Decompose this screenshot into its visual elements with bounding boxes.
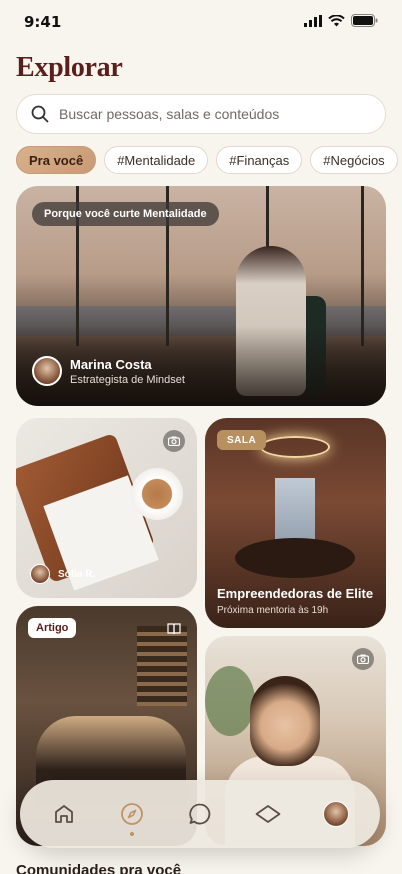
room-title: Empreendedoras de Elite — [217, 586, 374, 601]
plant-image — [205, 666, 255, 736]
featured-card[interactable]: Porque você curte Mentalidade Marina Cos… — [16, 186, 386, 406]
compass-icon — [121, 803, 143, 825]
room-subtitle: Próxima mentoria às 19h — [217, 605, 329, 616]
nav-home[interactable] — [44, 794, 84, 834]
notebook-author[interactable]: Sofia R. — [30, 564, 95, 584]
status-time: 9:41 — [24, 13, 62, 31]
diamond-icon — [255, 805, 281, 823]
avatar — [30, 564, 50, 584]
section-title: Comunidades pra você — [16, 862, 182, 874]
book-icon — [163, 618, 185, 640]
chip-financas[interactable]: #Finanças — [216, 146, 303, 174]
search-icon — [31, 105, 49, 123]
status-bar: 9:41 — [0, 0, 402, 44]
profile-avatar — [323, 801, 349, 827]
filter-chips: Pra você #Mentalidade #Finanças #Negócio… — [16, 146, 402, 174]
nav-rooms[interactable] — [248, 794, 288, 834]
signal-icon — [304, 14, 322, 27]
home-icon — [55, 805, 73, 823]
avatar — [32, 356, 62, 386]
battery-icon — [351, 14, 378, 27]
hero-author[interactable]: Marina Costa Estrategista de Mindset — [32, 356, 185, 386]
search-bar[interactable] — [16, 94, 386, 134]
bottom-nav — [20, 780, 380, 848]
nav-profile[interactable] — [316, 794, 356, 834]
wifi-icon — [328, 14, 345, 26]
portrait-head — [250, 676, 320, 766]
hero-reason-tag: Porque você curte Mentalidade — [32, 202, 219, 226]
chip-negocios[interactable]: #Negócios — [310, 146, 398, 174]
search-input[interactable] — [59, 106, 359, 122]
active-indicator — [130, 832, 134, 836]
camera-icon — [352, 648, 374, 670]
chip-pra-voce[interactable]: Pra você — [16, 146, 97, 174]
camera-icon — [163, 430, 185, 452]
post-card-notebook[interactable]: Sofia R. — [16, 418, 197, 598]
chip-mentalidade[interactable]: #Mentalidade — [104, 146, 209, 174]
author-name: Sofia R. — [58, 568, 96, 580]
article-badge: Artigo — [28, 618, 77, 638]
chandelier-image — [260, 436, 330, 458]
author-name: Marina Costa — [70, 356, 152, 372]
room-card[interactable]: SALA Empreendedoras de Elite Próxima men… — [205, 418, 386, 628]
window-frame — [361, 186, 364, 346]
room-table — [235, 538, 355, 578]
status-icons — [304, 14, 378, 27]
author-role: Estrategista de Mindset — [70, 373, 185, 386]
page-title: Explorar — [16, 52, 123, 83]
room-badge: SALA — [217, 430, 267, 450]
nav-chat[interactable] — [180, 794, 220, 834]
room-caption: Empreendedoras de Elite Próxima mentoria… — [217, 586, 374, 616]
chat-icon — [189, 803, 211, 825]
nav-explore[interactable] — [112, 794, 152, 836]
coffee-image — [131, 468, 183, 520]
